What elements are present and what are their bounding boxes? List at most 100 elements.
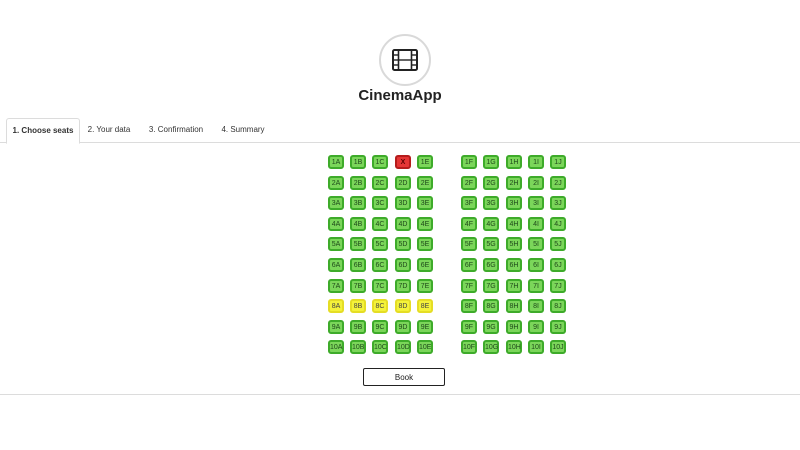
- seat-8i[interactable]: 8I: [528, 299, 544, 314]
- seat-3h[interactable]: 3H: [506, 196, 522, 211]
- seat-6g[interactable]: 6G: [483, 258, 499, 272]
- seat-5c[interactable]: 5C: [372, 237, 388, 252]
- seat-2c[interactable]: 2C: [372, 175, 388, 190]
- seat-1i[interactable]: 1I: [528, 155, 544, 169]
- seat-4i[interactable]: 4I: [528, 216, 544, 231]
- seat-4c[interactable]: 4C: [372, 216, 388, 231]
- seat-1e[interactable]: 1E: [417, 155, 433, 169]
- seat-4e[interactable]: 4E: [417, 216, 433, 231]
- seat-7g[interactable]: 7G: [483, 278, 499, 293]
- seat-2e[interactable]: 2E: [417, 175, 433, 190]
- seat-8f[interactable]: 8F: [461, 299, 477, 314]
- seat-3e[interactable]: 3E: [417, 196, 433, 211]
- seat-9c[interactable]: 9C: [372, 319, 388, 334]
- seat-6h[interactable]: 6H: [506, 258, 522, 272]
- seat-6b[interactable]: 6B: [350, 258, 366, 272]
- seat-7b[interactable]: 7B: [350, 278, 366, 293]
- seat-9e[interactable]: 9E: [417, 319, 433, 334]
- seat-9b[interactable]: 9B: [350, 319, 366, 334]
- seat-7c[interactable]: 7C: [372, 278, 388, 293]
- seat-8g[interactable]: 8G: [483, 299, 499, 314]
- seat-8h[interactable]: 8H: [506, 299, 522, 314]
- seat-3j[interactable]: 3J: [550, 196, 566, 211]
- seat-6i[interactable]: 6I: [528, 258, 544, 272]
- seat-4j[interactable]: 4J: [550, 216, 566, 231]
- seat-2b[interactable]: 2B: [350, 175, 366, 190]
- seat-3b[interactable]: 3B: [350, 196, 366, 211]
- seat-1j[interactable]: 1J: [550, 155, 566, 169]
- seat-4g[interactable]: 4G: [483, 216, 499, 231]
- seat-7j[interactable]: 7J: [550, 278, 566, 293]
- seat-4h[interactable]: 4H: [506, 216, 522, 231]
- seat-1f[interactable]: 1F: [461, 155, 477, 169]
- seat-5f[interactable]: 5F: [461, 237, 477, 252]
- seat-2h[interactable]: 2H: [506, 175, 522, 190]
- seat-1b[interactable]: 1B: [350, 155, 366, 169]
- seat-7d[interactable]: 7D: [395, 278, 411, 293]
- seat-9i[interactable]: 9I: [528, 319, 544, 334]
- seat-3i[interactable]: 3I: [528, 196, 544, 211]
- seat-8c[interactable]: 8C: [372, 299, 388, 314]
- seat-10b[interactable]: 10B: [350, 340, 366, 355]
- seat-3d[interactable]: 3D: [395, 196, 411, 211]
- seat-5b[interactable]: 5B: [350, 237, 366, 252]
- seat-10c[interactable]: 10C: [372, 340, 388, 355]
- seat-4b[interactable]: 4B: [350, 216, 366, 231]
- tab-choose-seats[interactable]: 1. Choose seats: [6, 118, 80, 144]
- seat-8e[interactable]: 8E: [417, 299, 433, 314]
- seat-5d[interactable]: 5D: [395, 237, 411, 252]
- seat-2a[interactable]: 2A: [328, 175, 344, 190]
- seat-8j[interactable]: 8J: [550, 299, 566, 314]
- seat-1a[interactable]: 1A: [328, 155, 344, 169]
- seat-9a[interactable]: 9A: [328, 319, 344, 334]
- seat-3f[interactable]: 3F: [461, 196, 477, 211]
- seat-9h[interactable]: 9H: [506, 319, 522, 334]
- seat-2f[interactable]: 2F: [461, 175, 477, 190]
- seat-1c[interactable]: 1C: [372, 155, 388, 169]
- seat-3g[interactable]: 3G: [483, 196, 499, 211]
- tab-confirmation[interactable]: 3. Confirmation: [144, 118, 208, 142]
- book-button[interactable]: Book: [363, 368, 445, 386]
- seat-5e[interactable]: 5E: [417, 237, 433, 252]
- seat-6d[interactable]: 6D: [395, 258, 411, 272]
- tab-summary[interactable]: 4. Summary: [216, 118, 270, 142]
- seat-6e[interactable]: 6E: [417, 258, 433, 272]
- seat-2j[interactable]: 2J: [550, 175, 566, 190]
- seat-7a[interactable]: 7A: [328, 278, 344, 293]
- seat-10h[interactable]: 10H: [506, 340, 522, 355]
- seat-2d[interactable]: 2D: [395, 175, 411, 190]
- seat-3a[interactable]: 3A: [328, 196, 344, 211]
- seat-5g[interactable]: 5G: [483, 237, 499, 252]
- seat-8a[interactable]: 8A: [328, 299, 344, 314]
- seat-6f[interactable]: 6F: [461, 258, 477, 272]
- seat-9d[interactable]: 9D: [395, 319, 411, 334]
- seat-9j[interactable]: 9J: [550, 319, 566, 334]
- seat-4d[interactable]: 4D: [395, 216, 411, 231]
- seat-10j[interactable]: 10J: [550, 340, 566, 355]
- seat-4f[interactable]: 4F: [461, 216, 477, 231]
- seat-8d[interactable]: 8D: [395, 299, 411, 314]
- seat-10d[interactable]: 10D: [395, 340, 411, 355]
- seat-1g[interactable]: 1G: [483, 155, 499, 169]
- tab-your-data[interactable]: 2. Your data: [82, 118, 136, 142]
- seat-4a[interactable]: 4A: [328, 216, 344, 231]
- seat-8b[interactable]: 8B: [350, 299, 366, 314]
- seat-1h[interactable]: 1H: [506, 155, 522, 169]
- seat-2g[interactable]: 2G: [483, 175, 499, 190]
- seat-7e[interactable]: 7E: [417, 278, 433, 293]
- seat-6c[interactable]: 6C: [372, 258, 388, 272]
- seat-5h[interactable]: 5H: [506, 237, 522, 252]
- seat-7h[interactable]: 7H: [506, 278, 522, 293]
- seat-5j[interactable]: 5J: [550, 237, 566, 252]
- seat-7f[interactable]: 7F: [461, 278, 477, 293]
- seat-10i[interactable]: 10I: [528, 340, 544, 355]
- seat-10e[interactable]: 10E: [417, 340, 433, 355]
- seat-10f[interactable]: 10F: [461, 340, 477, 355]
- seat-9g[interactable]: 9G: [483, 319, 499, 334]
- seat-10a[interactable]: 10A: [328, 340, 344, 355]
- seat-5a[interactable]: 5A: [328, 237, 344, 252]
- seat-9f[interactable]: 9F: [461, 319, 477, 334]
- seat-6j[interactable]: 6J: [550, 258, 566, 272]
- seat-5i[interactable]: 5I: [528, 237, 544, 252]
- seat-10g[interactable]: 10G: [483, 340, 499, 355]
